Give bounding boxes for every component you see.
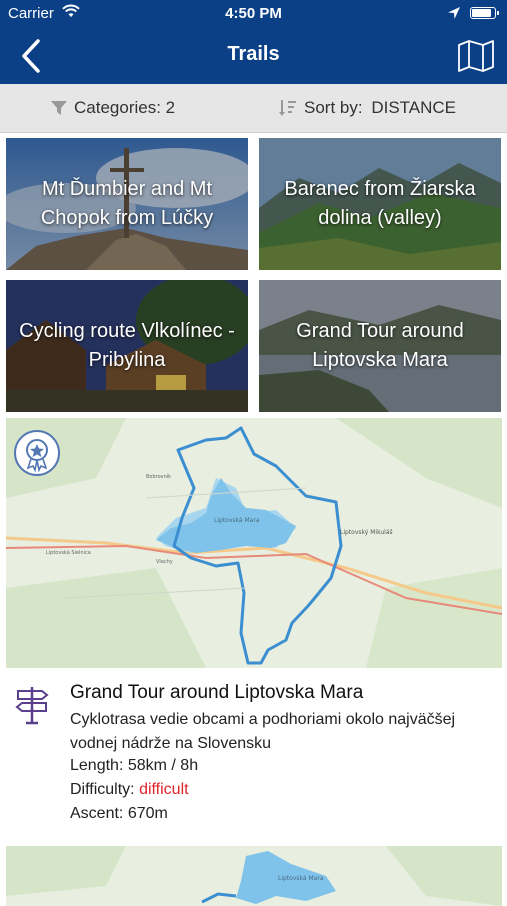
trail-difficulty: Difficulty: difficult [70,781,189,798]
page-title: Trails [227,43,280,65]
map-lake-label: Liptovská Mara [214,517,260,524]
status-bar: Carrier 4:50 PM [0,0,507,28]
next-trail-map[interactable]: Liptovská Mara [6,846,502,906]
filter-bar: Categories: 2 Sort by: DISTANCE [0,84,507,133]
map-lake-label: Liptovská Mara [278,875,324,882]
map-town-label: Vlachy [156,559,173,565]
route-map: Liptovská Mara [6,846,502,906]
trail-length: Length: 58km / 8h [70,757,199,774]
featured-trail-card[interactable]: Grand Tour around Liptovska Mara Cyklotr… [0,668,507,843]
navigation-bar: Trails [0,28,507,84]
categories-filter-button[interactable]: Categories: 2 [50,84,175,132]
battery-icon [470,7,499,19]
map-town-label: Liptovský Mikuláš [340,529,393,536]
sort-label: Sort by: [304,98,363,117]
award-badge-icon [14,430,60,476]
sort-value: DISTANCE [371,98,457,117]
trail-tile-grand-tour[interactable]: Grand Tour around Liptovska Mara [259,280,501,412]
trail-tile-dumbier[interactable]: Mt Ďumbier and Mt Chopok from Lúčky [6,138,248,270]
trail-name: Grand Tour around Liptovska Mara [70,682,364,703]
clock: 4:50 PM [225,5,282,22]
map-icon[interactable] [457,40,495,72]
featured-trail-map[interactable]: Liptovská Mara Liptovský Mikuláš Liptovs… [6,418,502,668]
sort-button[interactable]: Sort by: DISTANCE [278,84,456,132]
trail-tile-vlkolinec[interactable]: Cycling route Vlkolínec - Pribylina [6,280,248,412]
trail-title: Mt Ďumbier and Mt Chopok from Lúčky [40,178,214,229]
sort-icon [279,100,296,116]
trail-title: Cycling route Vlkolínec - Pribylina [19,320,235,371]
signpost-icon [15,687,49,725]
route-map: Liptovská Mara Liptovský Mikuláš Liptovs… [6,418,502,668]
map-town-label: Liptovská Sielnica [46,549,91,556]
trail-title: Baranec from Žiarska dolina (valley) [284,178,476,229]
trail-description: Cyklotrasa vedie obcami a podhoriami oko… [70,711,456,752]
location-arrow-icon [448,7,460,19]
trail-title: Grand Tour around Liptovska Mara [296,320,464,371]
categories-label: Categories: 2 [74,98,176,117]
difficulty-value: difficult [139,781,189,798]
trail-tile-baranec[interactable]: Baranec from Žiarska dolina (valley) [259,138,501,270]
trail-ascent: Ascent: 670m [70,805,168,822]
map-town-label: Bobrovník [146,473,171,480]
funnel-icon [51,101,67,115]
